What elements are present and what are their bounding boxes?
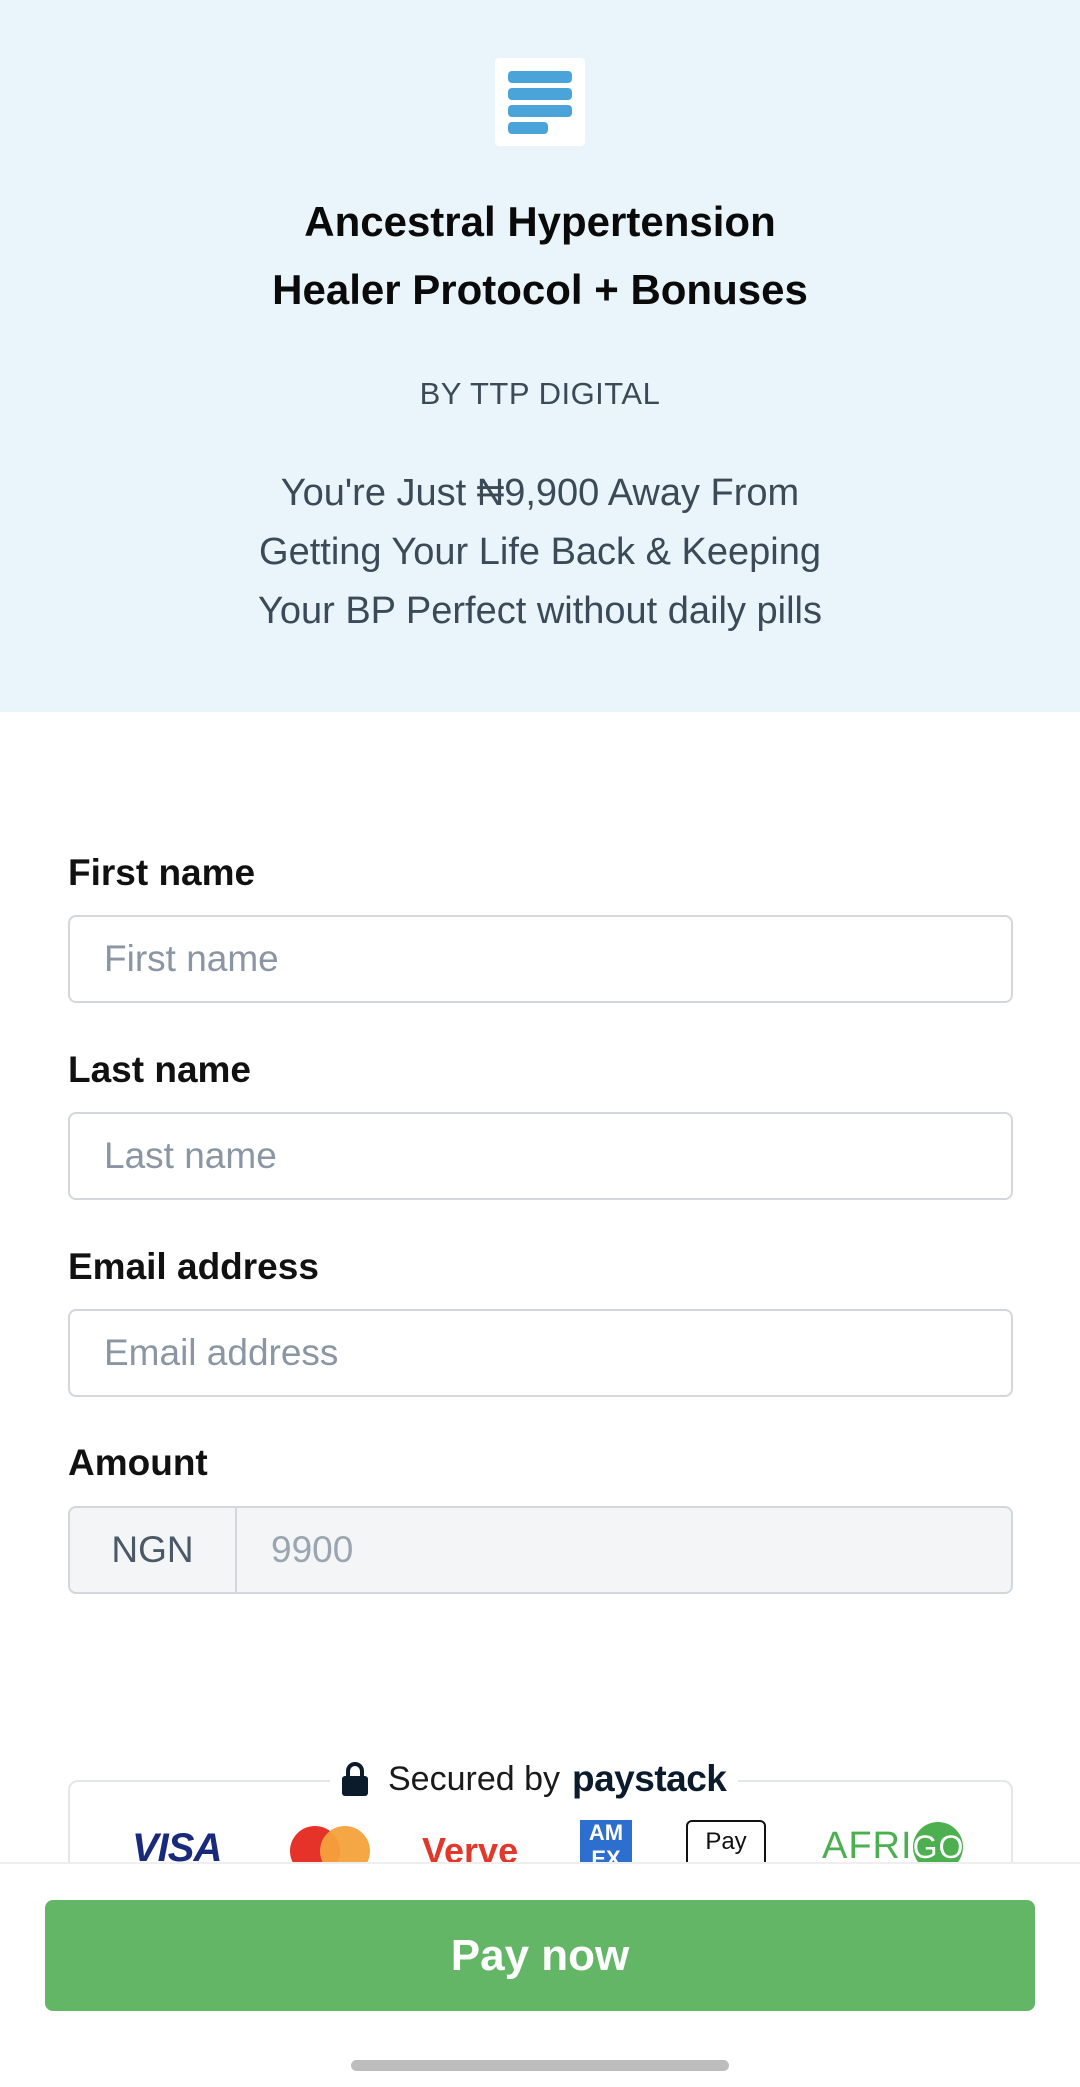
- merchant-logo-icon: [495, 58, 585, 146]
- product-title-line-2: Healer Protocol + Bonuses: [272, 266, 808, 313]
- product-title-line-1: Ancestral Hypertension: [304, 198, 776, 245]
- last-name-input[interactable]: [68, 1112, 1013, 1200]
- payment-logos: VISA Verve AM EX Pay AFRIGO: [68, 1820, 1013, 1862]
- amount-label: Amount: [68, 1442, 208, 1483]
- mastercard-icon: [290, 1826, 370, 1862]
- secured-by-text: Secured by: [388, 1759, 560, 1798]
- email-input[interactable]: [68, 1309, 1013, 1397]
- product-tagline: You're Just ₦9,900 Away From Getting You…: [0, 464, 1080, 641]
- product-title: Ancestral Hypertension Healer Protocol +…: [0, 188, 1080, 324]
- visa-icon: VISA: [132, 1826, 222, 1862]
- afrigo-icon: AFRIGO: [822, 1822, 963, 1862]
- tagline-line-1: You're Just ₦9,900 Away From: [280, 472, 800, 514]
- merchant-byline: BY TTP DIGITAL: [419, 376, 661, 411]
- secured-by-badge: Secured by paystack: [330, 1756, 739, 1802]
- amount-input[interactable]: [237, 1508, 1011, 1592]
- last-name-label: Last name: [68, 1049, 252, 1090]
- first-name-label: First name: [68, 852, 256, 893]
- first-name-input[interactable]: [68, 915, 1013, 1003]
- verve-icon: Verve: [422, 1830, 519, 1862]
- apple-pay-icon: Pay: [686, 1820, 766, 1862]
- email-label: Email address: [68, 1246, 319, 1287]
- paystack-brand: paystack: [572, 1758, 727, 1799]
- pay-now-button[interactable]: Pay now: [45, 1900, 1035, 2011]
- lock-icon: [342, 1762, 368, 1796]
- currency-code: NGN: [70, 1508, 237, 1592]
- checkout-header: Ancestral Hypertension Healer Protocol +…: [0, 0, 1080, 712]
- afrigo-text: AFRI: [822, 1825, 913, 1862]
- home-indicator: [351, 2060, 729, 2071]
- amount-field: NGN: [68, 1506, 1013, 1594]
- tagline-line-3: Your BP Perfect without daily pills: [258, 590, 822, 632]
- amex-icon: AM EX: [580, 1820, 632, 1862]
- tagline-line-2: Getting Your Life Back & Keeping: [259, 531, 821, 573]
- afrigo-go: GO: [912, 1822, 963, 1862]
